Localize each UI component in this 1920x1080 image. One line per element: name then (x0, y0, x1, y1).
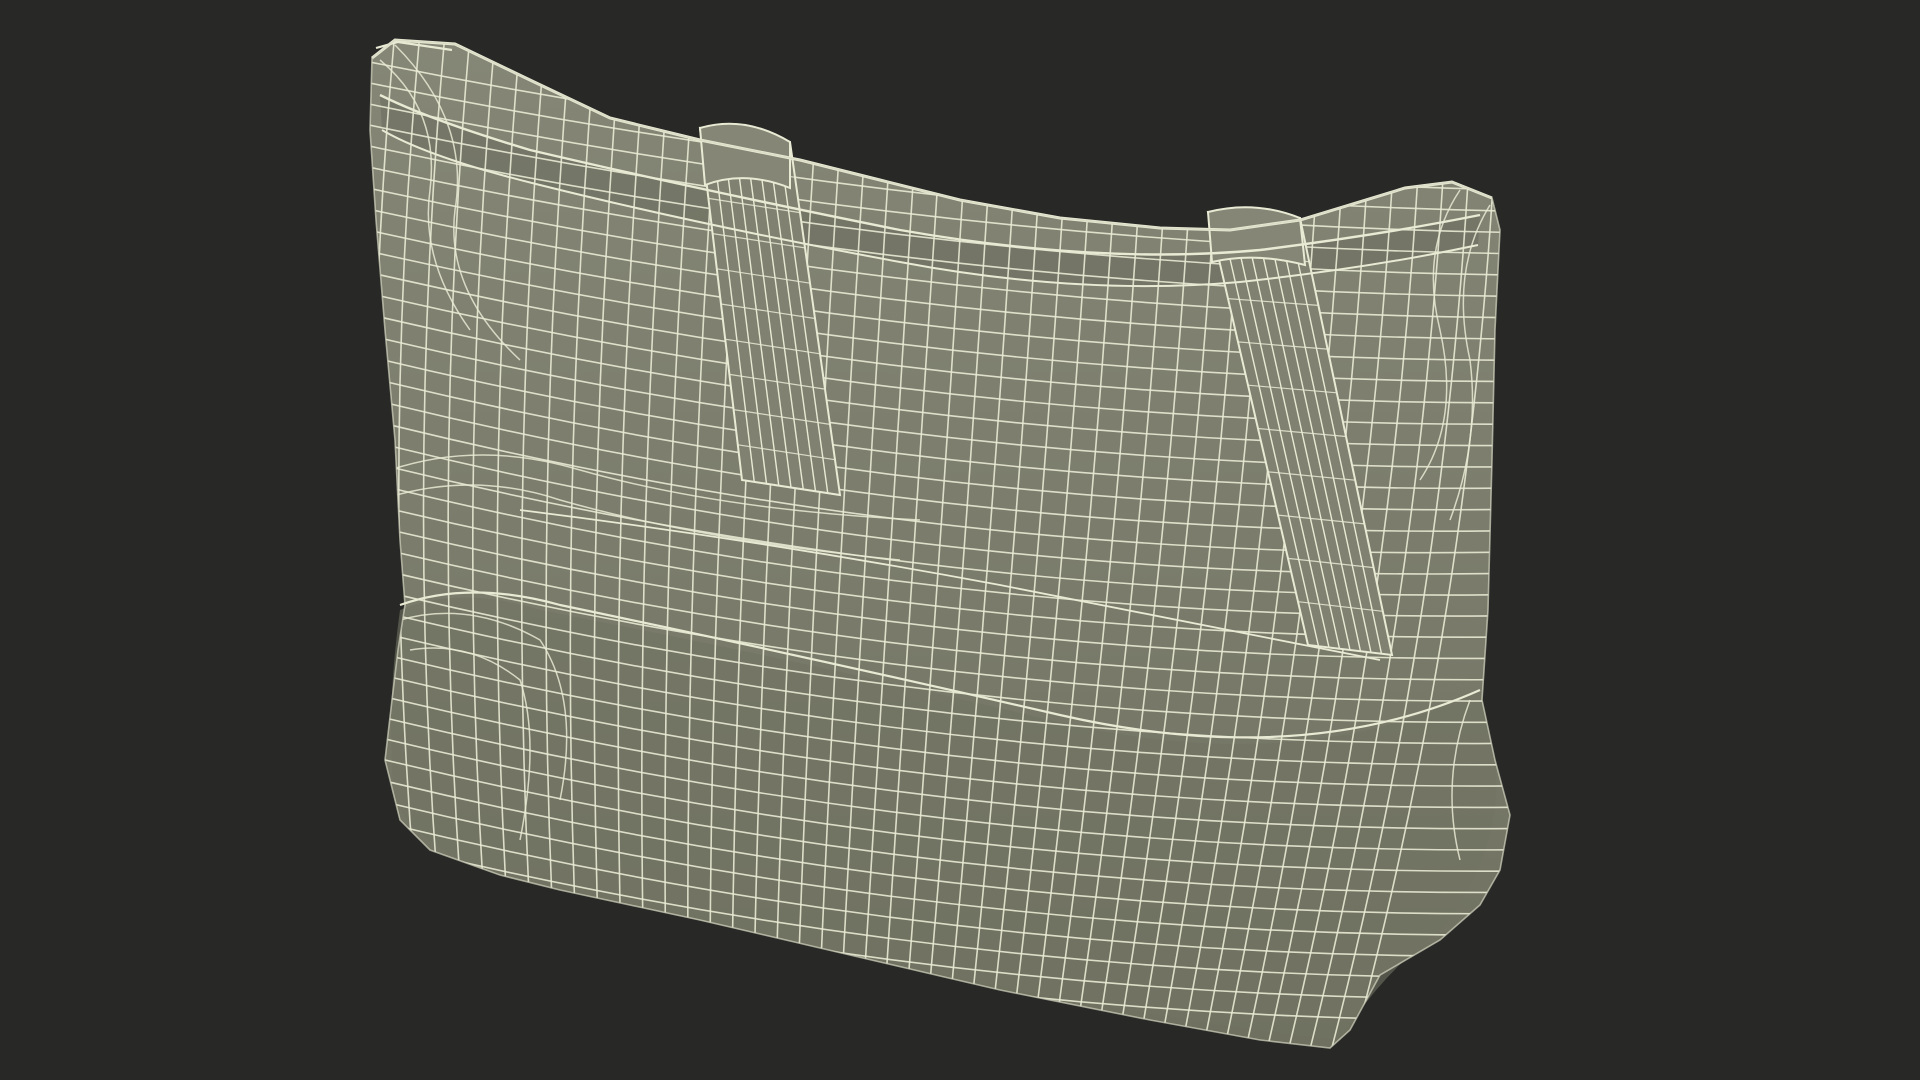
right-handle-loop (1206, 206, 1307, 267)
render-viewport (0, 0, 1920, 1080)
tote-bag-wireframe (369, 38, 1511, 1049)
